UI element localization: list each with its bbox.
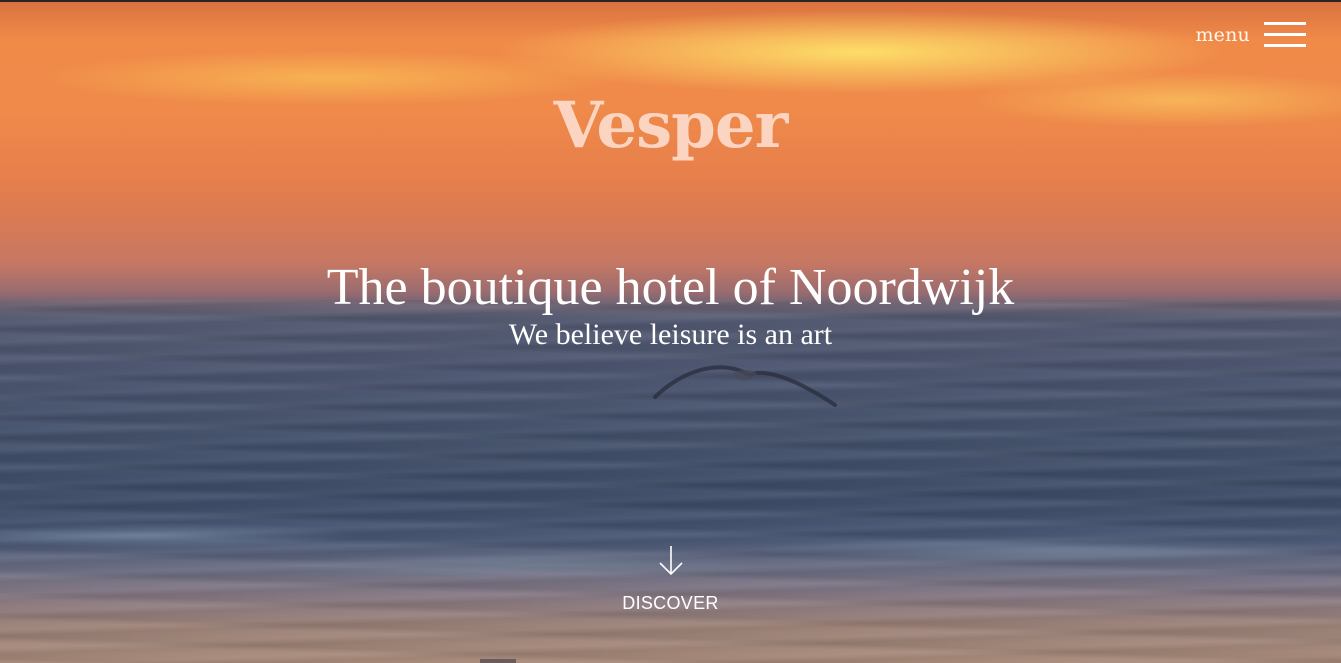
site-logo[interactable]: Vesper: [0, 88, 1341, 163]
seagull-image: [653, 365, 837, 407]
hero-section: menu Vesper The boutique hotel of Noordw…: [0, 0, 1341, 663]
arrow-down-icon[interactable]: [658, 545, 684, 577]
discover-label[interactable]: DISCOVER: [622, 593, 718, 614]
hero-title: The boutique hotel of Noordwijk: [326, 259, 1015, 316]
hamburger-icon[interactable]: [1264, 22, 1306, 48]
discover-link[interactable]: DISCOVER: [0, 545, 1341, 614]
scrollbar-indicator: [480, 659, 516, 663]
menu-toggle[interactable]: menu: [1195, 22, 1306, 48]
hero-subtitle: We believe leisure is an art: [508, 318, 833, 351]
top-border: [0, 0, 1341, 2]
menu-label[interactable]: menu: [1195, 24, 1250, 46]
